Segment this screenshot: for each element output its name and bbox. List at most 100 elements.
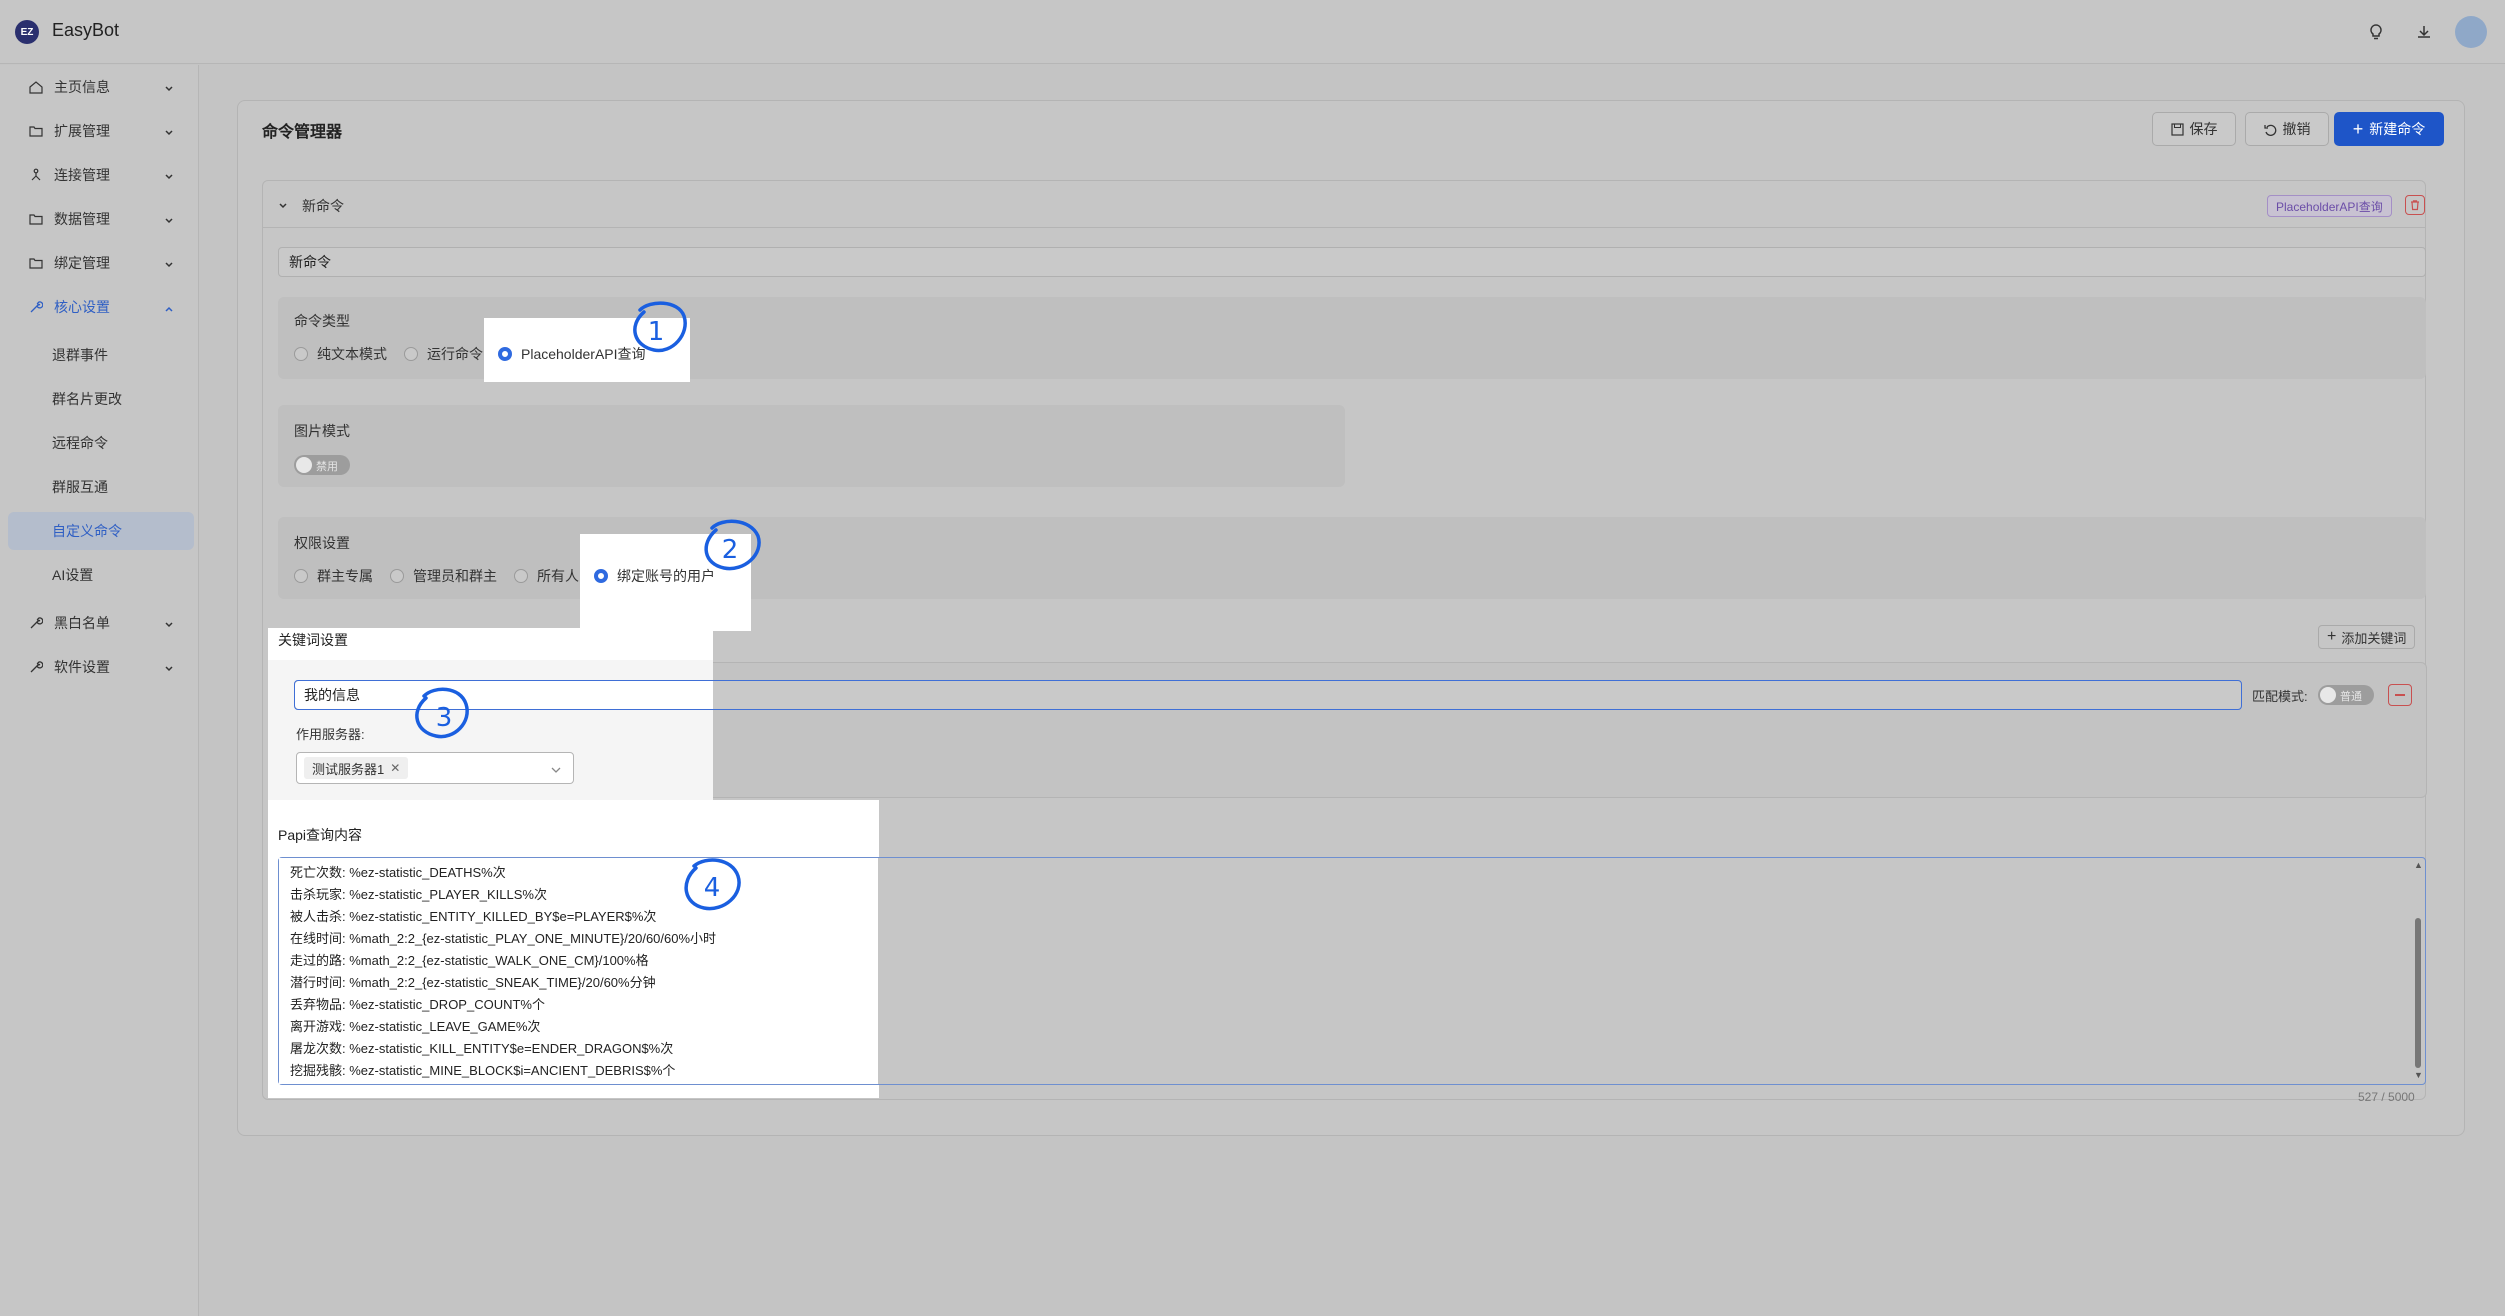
- chevron-down-icon: [164, 661, 174, 677]
- radio-dot: [514, 569, 528, 583]
- undo-button[interactable]: 撤销: [2245, 112, 2329, 146]
- chevron-down-icon: [164, 169, 174, 185]
- radio-dot: [294, 569, 308, 583]
- radio-label: 群主专属: [317, 568, 373, 584]
- papi-line: 离开游戏: %ez-statistic_LEAVE_GAME%次: [290, 1019, 541, 1034]
- minus-icon: [2395, 694, 2405, 696]
- radio-everyone[interactable]: 所有人: [514, 566, 579, 586]
- radio-label: 纯文本模式: [317, 346, 387, 362]
- radio-run-command[interactable]: 运行命令: [404, 344, 483, 364]
- radio-dot: [404, 347, 418, 361]
- command-name-input[interactable]: 新命令: [278, 247, 2426, 277]
- papi-line: 击杀玩家: %ez-statistic_PLAYER_KILLS%次: [290, 887, 547, 902]
- command-type-label: 命令类型: [294, 313, 350, 329]
- match-mode-toggle[interactable]: 普通: [2318, 685, 2374, 705]
- chevron-down-icon: [164, 617, 174, 633]
- radio-admins-and-owner[interactable]: 管理员和群主: [390, 566, 497, 586]
- sidebar-item-label: 主页信息: [54, 79, 110, 95]
- sidebar-subitem-leave-event[interactable]: 退群事件: [8, 336, 194, 374]
- scrollbar-thumb[interactable]: [2415, 918, 2421, 1068]
- app-logo: EZ: [15, 20, 39, 44]
- sidebar-item-label: 核心设置: [54, 299, 110, 315]
- image-mode-section: [278, 405, 1345, 487]
- command-type-tag: PlaceholderAPI查询: [2267, 195, 2392, 217]
- papi-line: 挖掘残骸: %ez-statistic_MINE_BLOCK$i=ANCIENT…: [290, 1063, 676, 1078]
- sidebar-subitem-remote-command[interactable]: 远程命令: [8, 424, 194, 462]
- papi-line: 潜行时间: %math_2:2_{ez-statistic_SNEAK_TIME…: [290, 975, 656, 990]
- annotation-circle-3: 3: [415, 687, 469, 739]
- top-bar: EZ EasyBot: [0, 0, 2505, 64]
- save-label: 保存: [2189, 121, 2218, 137]
- annotation-number: 3: [436, 703, 453, 733]
- chevron-down-icon: [164, 213, 174, 229]
- app-title: EasyBot: [52, 20, 120, 40]
- papi-line: 丢弃物品: %ez-statistic_DROP_COUNT%个: [290, 997, 545, 1012]
- sidebar-item-core-settings[interactable]: 核心设置: [8, 287, 194, 327]
- keyword-input[interactable]: 我的信息: [294, 680, 712, 710]
- folder-icon: [28, 211, 44, 227]
- home-icon: [28, 79, 44, 95]
- sidebar-item-label: 数据管理: [54, 211, 110, 227]
- save-button[interactable]: 保存: [2152, 112, 2236, 146]
- char-counter: 527 / 5000: [2358, 1090, 2415, 1104]
- radio-dot-selected: [498, 347, 512, 361]
- bulb-icon[interactable]: [2362, 18, 2390, 46]
- annotation-number: 4: [704, 873, 721, 903]
- papi-line: 死亡次数: %ez-statistic_DEATHS%次: [290, 865, 506, 880]
- sidebar-item-extensions[interactable]: 扩展管理: [8, 111, 194, 151]
- radio-owner-only[interactable]: 群主专属: [294, 566, 373, 586]
- delete-command-button[interactable]: [2405, 195, 2425, 215]
- chevron-down-icon: [164, 125, 174, 141]
- sidebar-item-software-settings[interactable]: 软件设置: [8, 647, 194, 687]
- annotation-circle-1: 1: [633, 301, 687, 353]
- scroll-down-icon[interactable]: ▼: [2414, 1070, 2423, 1080]
- add-keyword-button[interactable]: + 添加关键词: [2318, 625, 2416, 649]
- sidebar-item-binding[interactable]: 绑定管理: [8, 243, 194, 283]
- remove-keyword-button[interactable]: [2388, 684, 2412, 706]
- command-header[interactable]: [262, 180, 2426, 228]
- image-mode-toggle[interactable]: 禁用: [294, 455, 350, 475]
- sidebar-item-home[interactable]: 主页信息: [8, 67, 194, 107]
- sidebar-item-label: 软件设置: [54, 659, 110, 675]
- sidebar-subitem-card-change[interactable]: 群名片更改: [8, 380, 194, 418]
- trash-icon: [2411, 200, 2419, 211]
- toggle-label: 普通: [2340, 691, 2362, 703]
- chevron-down-icon[interactable]: [550, 762, 562, 779]
- connection-icon: [28, 167, 44, 183]
- chevron-down-icon: [164, 257, 174, 273]
- wrench-icon: [28, 615, 44, 631]
- annotation-number: 2: [722, 535, 739, 565]
- toggle-knob: [2320, 687, 2336, 703]
- chevron-down-icon[interactable]: [278, 198, 288, 215]
- sidebar-subitem-custom-command[interactable]: 自定义命令: [8, 512, 194, 550]
- close-icon[interactable]: ✕: [390, 761, 400, 775]
- new-command-button[interactable]: + 新建命令: [2334, 112, 2444, 146]
- sidebar-subitem-ai-settings[interactable]: AI设置: [8, 556, 194, 594]
- sidebar-item-connections[interactable]: 连接管理: [8, 155, 194, 195]
- folder-icon: [28, 255, 44, 271]
- sidebar-item-data[interactable]: 数据管理: [8, 199, 194, 239]
- download-icon[interactable]: [2410, 18, 2438, 46]
- toggle-label: 禁用: [316, 461, 338, 473]
- sidebar-subitem-group-server-sync[interactable]: 群服互通: [8, 468, 194, 506]
- wrench-icon: [28, 659, 44, 675]
- sidebar-item-whitelist[interactable]: 黑白名单: [8, 603, 194, 643]
- radio-label: 运行命令: [427, 346, 483, 362]
- radio-plain-text[interactable]: 纯文本模式: [294, 344, 387, 364]
- folder-icon: [28, 123, 44, 139]
- sidebar-item-label: 绑定管理: [54, 255, 110, 271]
- chevron-up-icon: [164, 301, 174, 317]
- papi-line: 被人击杀: %ez-statistic_ENTITY_KILLED_BY$e=P…: [290, 909, 657, 924]
- papi-line: 在线时间: %math_2:2_{ez-statistic_PLAY_ONE_M…: [290, 931, 717, 946]
- server-chip: 测试服务器1 ✕: [304, 757, 409, 779]
- avatar[interactable]: [2455, 16, 2487, 48]
- undo-label: 撤销: [2282, 121, 2311, 137]
- command-header-name: 新命令: [302, 198, 344, 214]
- image-mode-label: 图片模式: [294, 423, 350, 439]
- radio-label: 管理员和群主: [413, 568, 497, 584]
- match-mode-label: 匹配模式:: [2252, 689, 2308, 704]
- sidebar-item-label: 黑白名单: [54, 615, 110, 631]
- plus-icon: +: [2352, 119, 2364, 139]
- radio-label: 所有人: [537, 568, 579, 584]
- scroll-up-icon[interactable]: ▲: [2414, 860, 2423, 870]
